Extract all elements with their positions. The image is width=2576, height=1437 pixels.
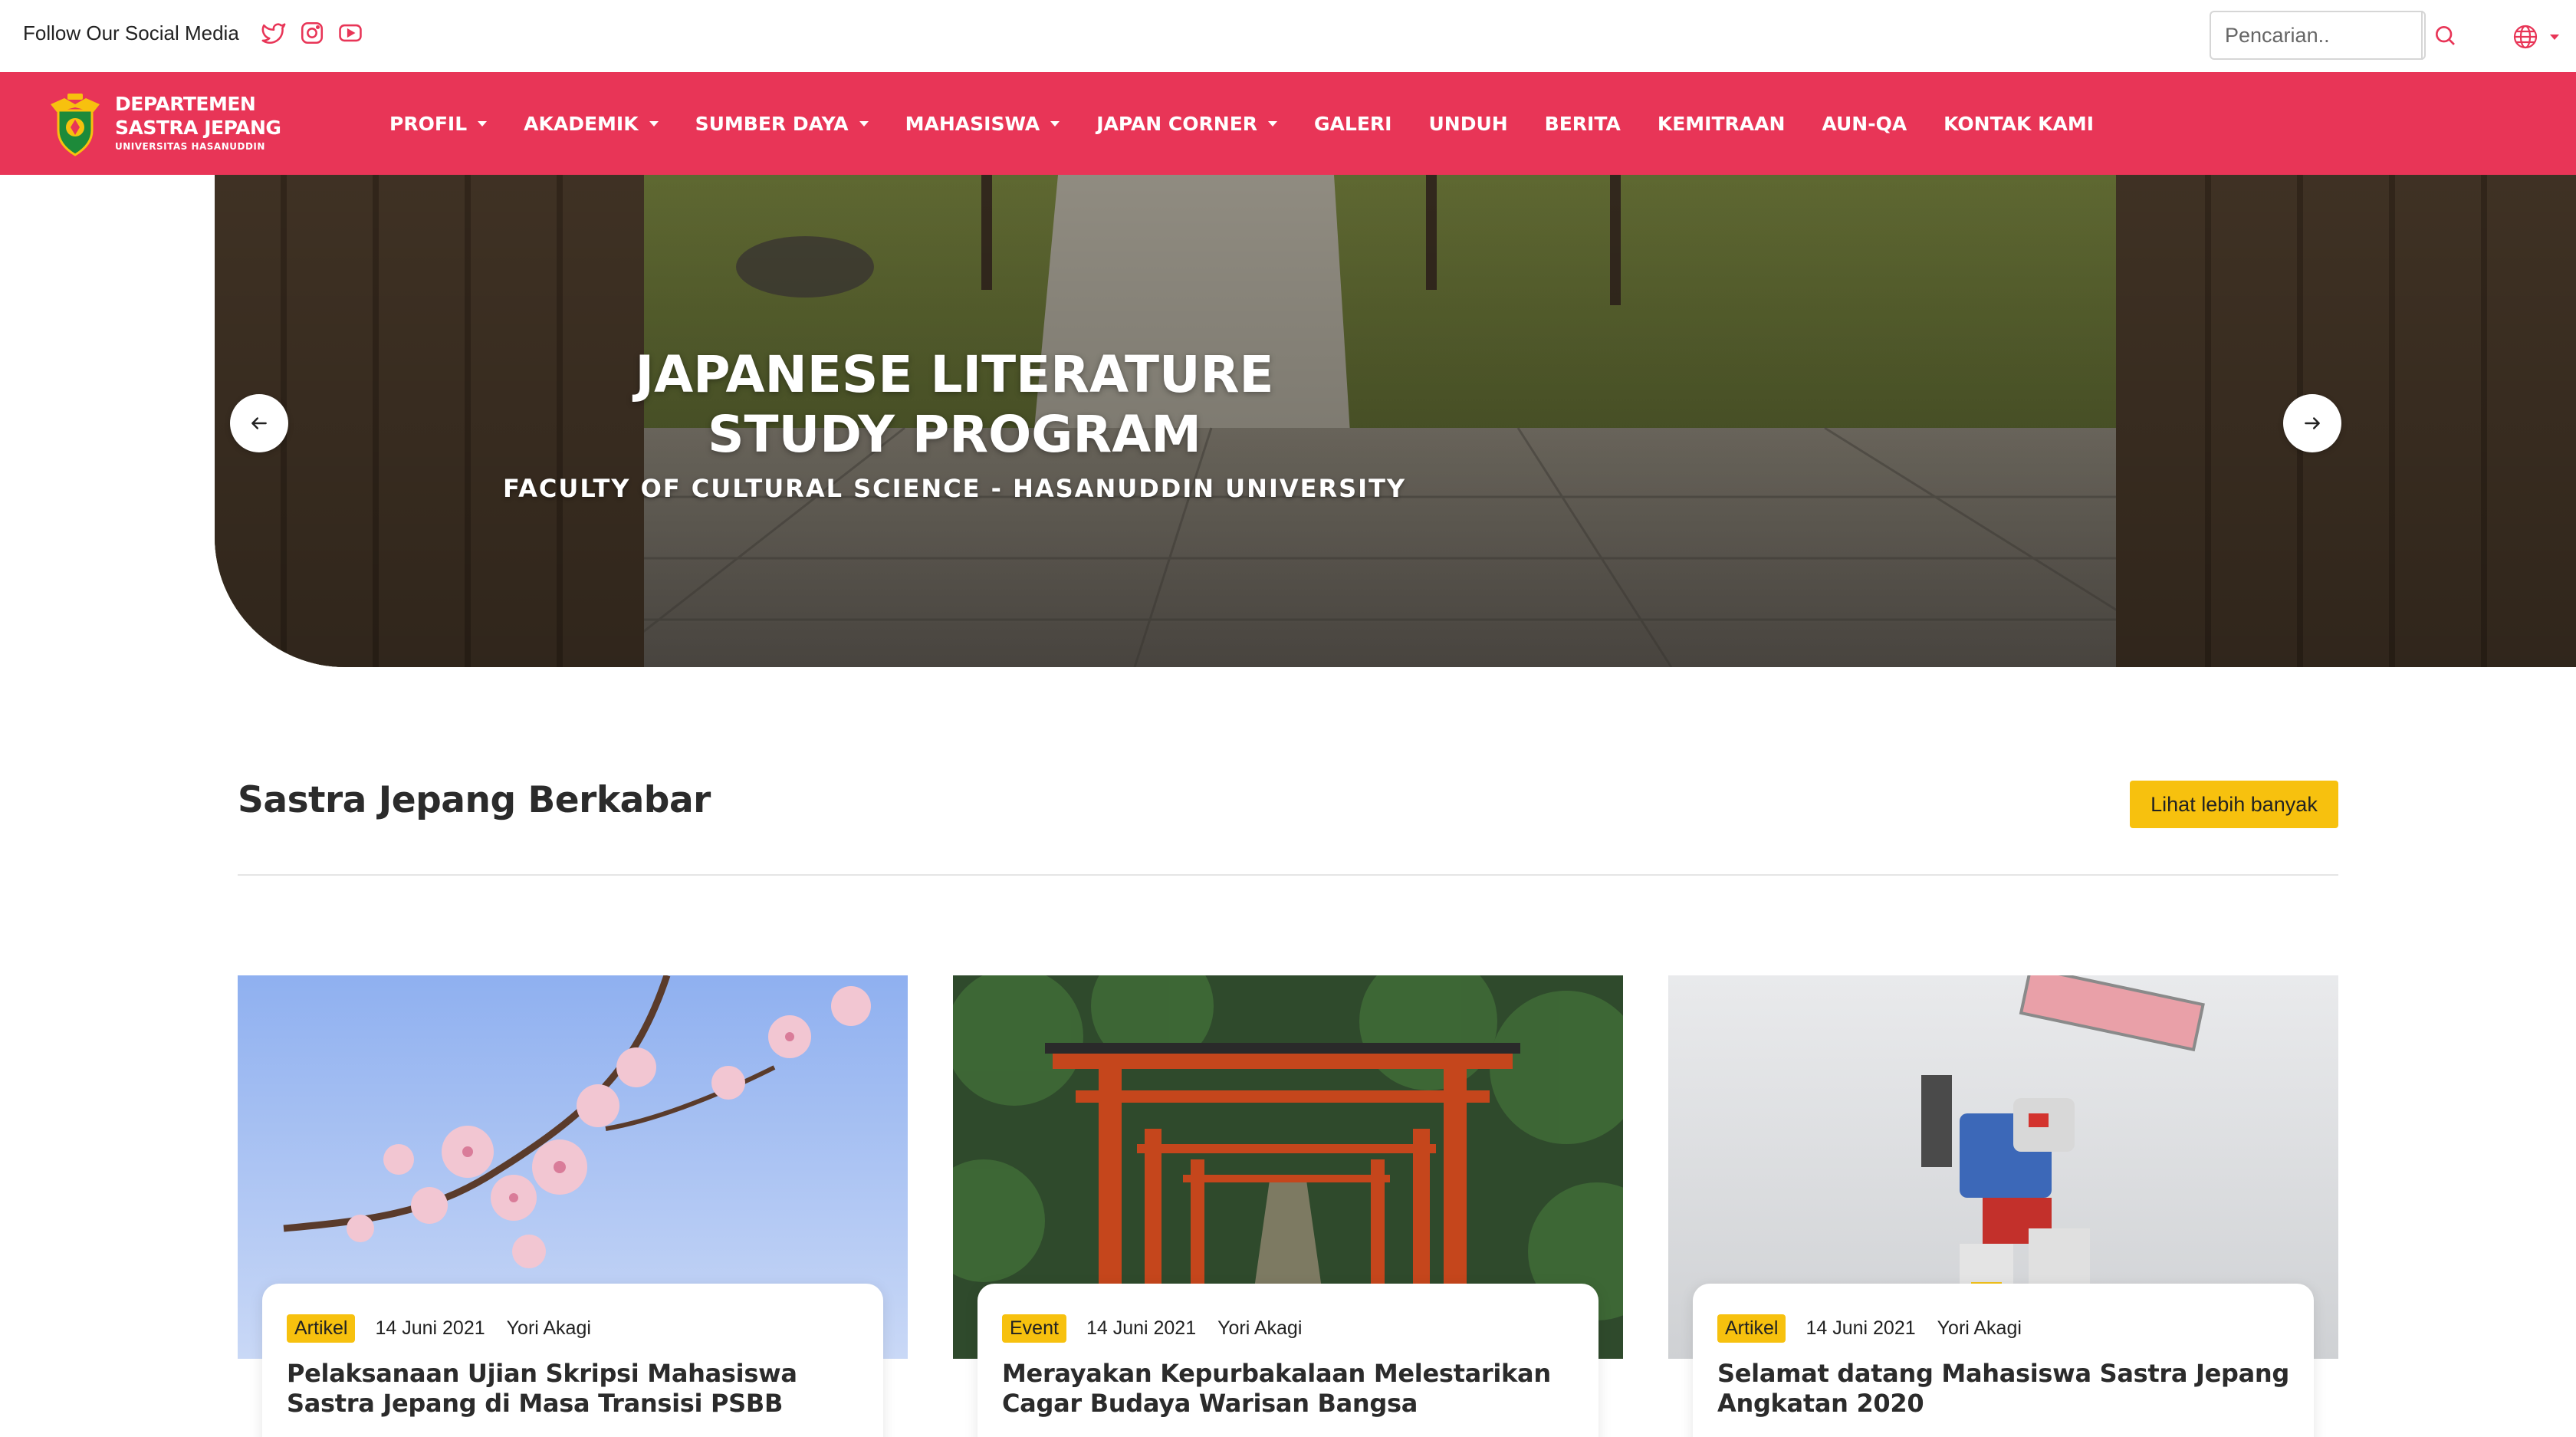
category-badge[interactable]: Artikel [287,1314,356,1343]
brand-line-2: SASTRA JEPANG [115,117,281,139]
top-bar: Follow Our Social Media [0,0,2576,72]
news-date: 14 Juni 2021 [375,1317,485,1339]
caret-down-icon [649,120,659,127]
caret-down-icon [859,120,869,127]
nav-item-unduh[interactable]: UNDUH [1428,113,1507,135]
nav-item-japan-corner[interactable]: JAPAN CORNER [1096,112,1278,135]
category-badge[interactable]: Event [1002,1314,1066,1343]
nav-item-akademik[interactable]: AKADEMIK [524,112,659,135]
twitter-icon[interactable] [261,20,287,46]
hero-subtitle: FACULTY OF CULTURAL SCIENCE - HASANUDDIN… [502,474,1407,503]
nav-label: BERITA [1544,112,1621,135]
youtube-icon[interactable] [337,20,363,46]
main-menu: PROFIL AKADEMIK SUMBER DAYA MAHASISWA JA… [389,72,2131,175]
nav-item-profil[interactable]: PROFIL [389,112,488,135]
nav-label: UNDUH [1428,112,1508,135]
hero-slider: JAPANESE LITERATURE STUDY PROGRAM FACULT… [215,175,2576,667]
language-switcher[interactable] [2510,21,2564,52]
nav-label: SUMBER DAYA [695,112,849,135]
news-card-meta: Artikel 14 Juni 2021 Yori Akagi [1717,1313,2289,1343]
news-card-body: Artikel 14 Juni 2021 Yori Akagi Pelaksan… [262,1284,883,1437]
university-logo[interactable] [48,90,103,156]
nav-label: MAHASISWA [905,112,1040,135]
news-author: Yori Akagi [1937,1317,2022,1339]
hero-title-line-1: JAPANESE LITERATURE [635,345,1274,404]
nav-item-berita[interactable]: BERITA [1545,113,1621,135]
caret-down-icon [1268,120,1278,127]
main-navbar: DEPARTEMEN SASTRA JEPANG UNIVERSITAS HAS… [0,72,2576,175]
news-card[interactable]: Artikel 14 Juni 2021 Yori Akagi Pelaksan… [238,975,908,1437]
news-date: 14 Juni 2021 [1086,1317,1197,1339]
nav-label: AKADEMIK [524,112,639,135]
arrow-right-icon [2305,417,2320,429]
news-card-meta: Artikel 14 Juni 2021 Yori Akagi [287,1313,859,1343]
slider-next-button[interactable] [2283,394,2341,452]
caret-down-icon [478,120,488,127]
instagram-icon[interactable] [299,20,325,46]
nav-label: KONTAK KAMI [1944,112,2095,135]
nav-label: KEMITRAAN [1657,112,1786,135]
search-button[interactable] [2421,11,2467,60]
nav-item-sumber-daya[interactable]: SUMBER DAYA [695,113,869,135]
news-card-title[interactable]: Selamat datang Mahasiswa Sastra Jepang A… [1717,1359,2289,1419]
news-card-title[interactable]: Pelaksanaan Ujian Skripsi Mahasiswa Sast… [287,1359,859,1419]
news-card-title[interactable]: Merayakan Kepurbakalaan Melestarikan Cag… [1002,1359,1574,1419]
news-card-body: Event 14 Juni 2021 Yori Akagi Merayakan … [978,1284,1598,1437]
nav-label: JAPAN CORNER [1096,112,1258,135]
nav-item-aun-qa[interactable]: AUN-QA [1822,113,1907,135]
globe-icon [2513,25,2559,49]
hero-title-line-2: STUDY PROGRAM [708,405,1201,464]
nav-label: AUN-QA [1822,112,1907,135]
news-section-title: Sastra Jepang Berkabar [238,779,711,821]
nav-item-kemitraan[interactable]: KEMITRAAN [1658,113,1786,135]
search-icon [2436,26,2455,45]
news-author: Yori Akagi [506,1317,591,1339]
nav-label: PROFIL [389,112,468,135]
nav-item-kontak-kami[interactable]: KONTAK KAMI [1944,113,2094,135]
nav-label: GALERI [1314,112,1392,135]
hero-title: JAPANESE LITERATURE STUDY PROGRAM [215,345,1694,465]
brand-name[interactable]: DEPARTEMEN SASTRA JEPANG UNIVERSITAS HAS… [115,92,281,153]
category-badge[interactable]: Artikel [1717,1314,1786,1343]
caret-down-icon [1050,120,1060,127]
slider-prev-button[interactable] [230,394,288,452]
arrow-left-icon [251,417,267,429]
social-media-label: Follow Our Social Media [23,21,239,44]
nav-item-mahasiswa[interactable]: MAHASISWA [905,113,1060,135]
nav-item-galeri[interactable]: GALERI [1314,113,1392,135]
search-input[interactable] [2211,12,2375,58]
news-author: Yori Akagi [1217,1317,1303,1339]
news-card[interactable]: Artikel 14 Juni 2021 Yori Akagi Selamat … [1668,975,2338,1437]
brand-line-3: UNIVERSITAS HASANUDDIN [115,141,265,152]
news-date: 14 Juni 2021 [1806,1317,1916,1339]
news-card-meta: Event 14 Juni 2021 Yori Akagi [1002,1313,1574,1343]
see-more-button[interactable]: Lihat lebih banyak [2130,781,2338,828]
news-card[interactable]: Event 14 Juni 2021 Yori Akagi Merayakan … [953,975,1623,1437]
section-divider [238,874,2338,876]
news-card-body: Artikel 14 Juni 2021 Yori Akagi Selamat … [1693,1284,2314,1437]
brand-line-1: DEPARTEMEN [115,93,256,115]
search-box [2210,11,2426,60]
